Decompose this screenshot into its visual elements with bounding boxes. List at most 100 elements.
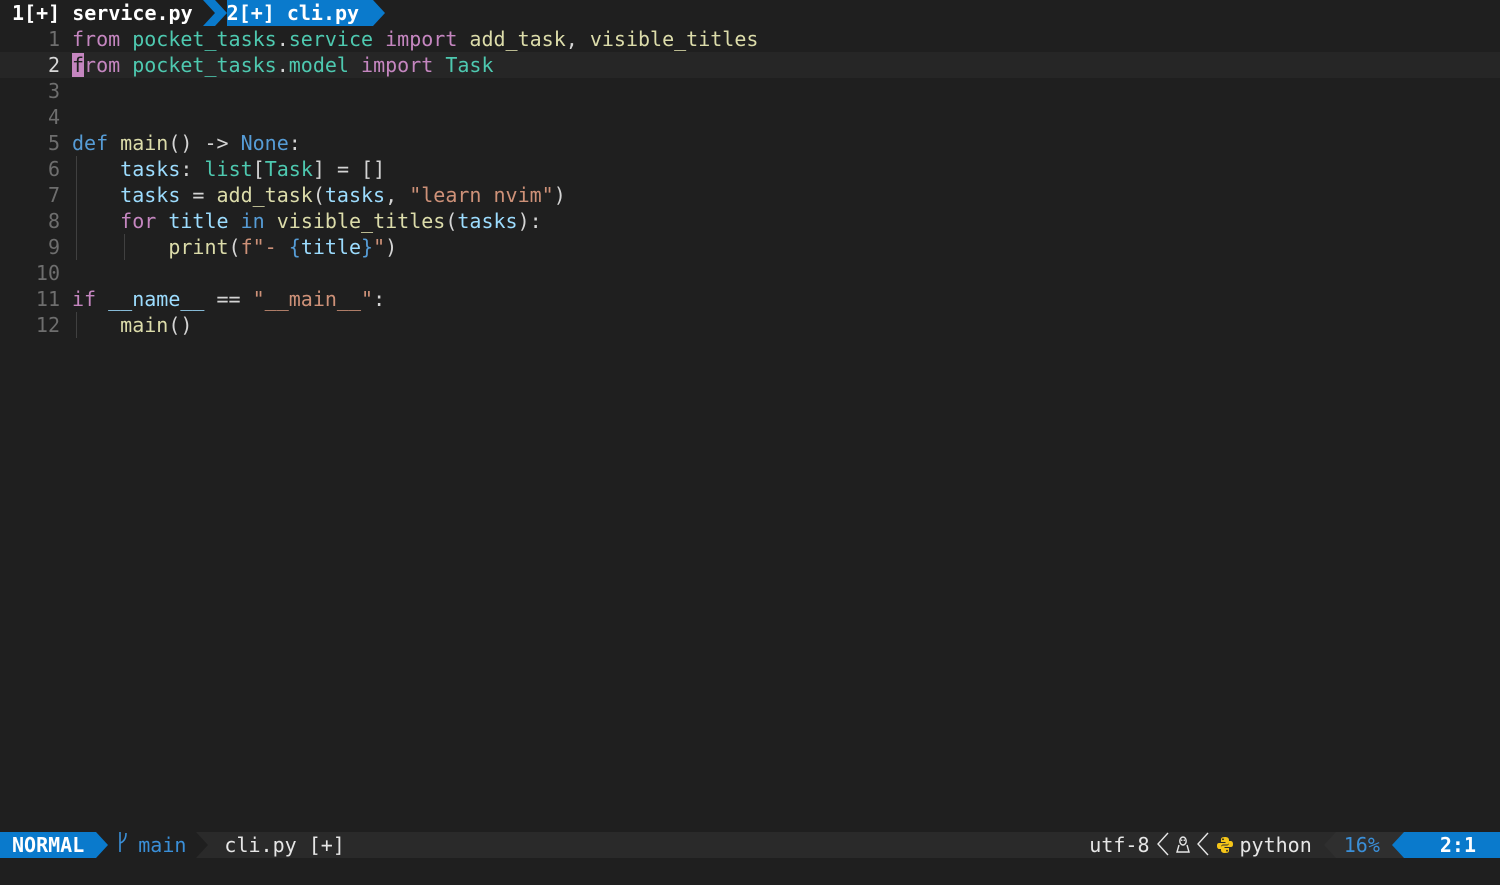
git-branch-label: main — [138, 833, 187, 857]
code-line[interactable]: 3 — [0, 78, 1500, 104]
code-text: if __name__ == "__main__": — [60, 286, 1500, 312]
code-token: def — [72, 131, 109, 155]
text-cursor: f — [72, 53, 85, 77]
code-line[interactable]: 2 from pocket_tasks.model import Task — [0, 52, 1500, 78]
filetype: python — [1212, 833, 1324, 857]
statusline-separator — [196, 832, 209, 858]
code-line[interactable]: 9 print(f"- {title}") — [0, 234, 1500, 260]
statusline-separator — [1323, 832, 1336, 858]
code-token: "learn nvim" — [409, 183, 554, 207]
code-token: title — [300, 235, 362, 259]
code-token: import — [361, 53, 434, 77]
code-token: () -> — [168, 131, 241, 155]
code-token: rom — [84, 53, 121, 77]
code-token: Task — [264, 157, 313, 181]
code-token: ( — [445, 209, 458, 233]
code-token: } — [361, 235, 374, 259]
editor-buffer[interactable]: 1 from pocket_tasks.service import add_ta… — [0, 26, 1500, 338]
statusline: NORMAL main cli.py [+] utf-8 python 16% … — [0, 832, 1500, 858]
code-token: visible_titles — [276, 209, 446, 233]
code-line[interactable]: 7 tasks = add_task(tasks, "learn nvim") — [0, 182, 1500, 208]
code-line[interactable]: 1 from pocket_tasks.service import add_ta… — [0, 26, 1500, 52]
code-line[interactable]: 6 tasks: list[Task] = [] — [0, 156, 1500, 182]
code-token: == — [204, 287, 253, 311]
indent-guide — [124, 234, 126, 260]
code-text: tasks: list[Task] = [] — [60, 156, 1500, 182]
mode-indicator: NORMAL — [0, 832, 97, 858]
code-token: . — [276, 53, 289, 77]
line-number: 11 — [35, 287, 60, 311]
code-token: import — [385, 27, 458, 51]
statusline-right: utf-8 python 16% 2:1 — [1085, 832, 1500, 858]
code-line[interactable]: 11 if __name__ == "__main__": — [0, 286, 1500, 312]
code-text: from pocket_tasks.service import add_tas… — [60, 26, 1500, 52]
filetype-label: python — [1239, 833, 1312, 857]
linux-penguin-icon — [1172, 835, 1194, 855]
code-token: title — [168, 209, 229, 233]
code-text: print(f"- {title}") — [60, 234, 1500, 260]
code-token: , — [565, 27, 590, 51]
line-number: 10 — [35, 261, 60, 285]
code-token: () — [168, 313, 193, 337]
code-token: print — [168, 235, 229, 259]
code-token: { — [288, 235, 301, 259]
code-line[interactable]: 5 def main() -> None: — [0, 130, 1500, 156]
indent-guide — [76, 156, 77, 182]
code-text: from pocket_tasks.model import Task — [60, 52, 1500, 78]
indent-guide — [76, 234, 77, 260]
tabline: 1[+] service.py 2[+] cli.py — [0, 0, 1500, 26]
code-text: for title in visible_titles(tasks): — [60, 208, 1500, 234]
tab-separator — [202, 0, 215, 26]
code-token: add_task — [216, 183, 313, 207]
line-number: 3 — [47, 79, 60, 103]
code-token: f"- — [240, 235, 289, 259]
code-line[interactable]: 4 — [0, 104, 1500, 130]
scroll-percent: 16% — [1335, 832, 1392, 858]
indent-guide — [76, 312, 77, 338]
code-text: tasks = add_task(tasks, "learn nvim") — [60, 182, 1500, 208]
code-token: = — [180, 183, 217, 207]
code-token: Task — [445, 53, 494, 77]
line-number: 9 — [47, 235, 60, 259]
code-token: ] = [] — [312, 157, 386, 181]
code-token: __name__ — [108, 287, 205, 311]
code-token: : — [180, 157, 205, 181]
code-token: add_task — [469, 27, 566, 51]
line-number: 6 — [47, 157, 60, 181]
code-token: tasks — [324, 183, 386, 207]
tab-cli-py[interactable]: 2[+] cli.py — [214, 0, 374, 26]
statusline-separator — [1391, 832, 1404, 858]
code-token: in — [240, 209, 265, 233]
indent-guide — [76, 182, 77, 208]
code-line[interactable]: 10 — [0, 260, 1500, 286]
git-branch: main — [108, 832, 197, 858]
tab-service-py[interactable]: 1[+] service.py — [0, 0, 203, 26]
line-number: 1 — [47, 27, 60, 51]
code-token: for — [120, 209, 157, 233]
line-number: 4 — [47, 105, 60, 129]
line-number: 7 — [47, 183, 60, 207]
code-token: from — [72, 27, 121, 51]
code-text: def main() -> None: — [60, 130, 1500, 156]
command-line[interactable] — [0, 858, 1500, 885]
code-line[interactable]: 12 main() — [0, 312, 1500, 338]
code-token: visible_titles — [589, 27, 759, 51]
code-token: . — [276, 27, 289, 51]
code-line[interactable]: 8 for title in visible_titles(tasks): — [0, 208, 1500, 234]
code-token: ( — [228, 235, 241, 259]
